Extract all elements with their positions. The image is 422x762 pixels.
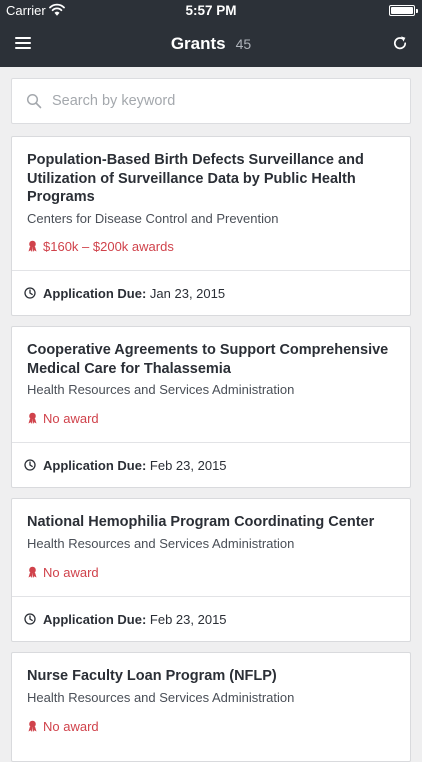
grant-award: No award [27, 564, 99, 581]
award-text: No award [43, 565, 99, 580]
due-label: Application Due: [43, 286, 147, 301]
grant-card[interactable]: Cooperative Agreements to Support Compre… [11, 326, 411, 488]
card-footer: Application Due: Feb 23, 2015 [12, 442, 410, 487]
due-date: Feb 23, 2015 [149, 458, 227, 473]
card-footer: Application Due: Feb 23, 2015 [12, 596, 410, 641]
grant-count: 45 [235, 36, 252, 52]
clock-icon [24, 613, 36, 625]
award-icon [28, 566, 37, 578]
grant-award: No award [27, 410, 99, 427]
grant-title[interactable]: Nurse Faculty Loan Program (NFLP) [27, 667, 395, 686]
card-body: Cooperative Agreements to Support Compre… [12, 327, 410, 398]
grant-award: $160k – $200k awards [27, 238, 174, 255]
due-date: Jan 23, 2015 [149, 286, 226, 301]
status-time: 5:57 PM [185, 3, 237, 18]
award-text: No award [43, 719, 99, 734]
card-body: National Hemophilia Program Coordinating… [12, 499, 410, 552]
search-icon [26, 93, 42, 109]
award-text: $160k – $200k awards [43, 239, 174, 254]
page-title: Grants [170, 34, 226, 53]
grant-award: No award [27, 718, 99, 735]
grant-card[interactable]: Nurse Faculty Loan Program (NFLP) Health… [11, 652, 411, 762]
application-due: Application Due: Feb 23, 2015 [43, 611, 227, 628]
grant-card[interactable]: National Hemophilia Program Coordinating… [11, 498, 411, 642]
due-label: Application Due: [43, 458, 147, 473]
grant-title[interactable]: National Hemophilia Program Coordinating… [27, 513, 395, 532]
refresh-icon[interactable] [392, 35, 408, 51]
search-bar[interactable] [11, 78, 411, 124]
due-label: Application Due: [43, 612, 147, 627]
due-date: Feb 23, 2015 [149, 612, 227, 627]
search-input[interactable] [52, 79, 402, 123]
award-icon [28, 720, 37, 732]
application-due: Application Due: Feb 23, 2015 [43, 457, 227, 474]
card-footer: Application Due: Jan 23, 2015 [12, 270, 410, 315]
award-text: No award [43, 411, 99, 426]
grant-title[interactable]: Population-Based Birth Defects Surveilla… [27, 151, 395, 207]
card-body: Population-Based Birth Defects Surveilla… [12, 137, 410, 227]
grant-title[interactable]: Cooperative Agreements to Support Compre… [27, 341, 395, 378]
grant-agency: Health Resources and Services Administra… [27, 689, 295, 705]
clock-icon [24, 287, 36, 299]
battery-icon [389, 5, 418, 16]
grant-agency: Health Resources and Services Administra… [27, 382, 295, 397]
status-bar: Carrier 5:57 PM [0, 0, 422, 22]
clock-icon [24, 459, 36, 471]
award-icon [28, 412, 37, 424]
navbar: Grants 45 [0, 22, 422, 67]
grant-card[interactable]: Population-Based Birth Defects Surveilla… [11, 136, 411, 316]
application-due: Application Due: Jan 23, 2015 [43, 285, 225, 302]
top-bar: Carrier 5:57 PM Grants 45 [0, 0, 422, 67]
card-body: Nurse Faculty Loan Program (NFLP) Health… [12, 653, 410, 706]
nav-title-group: Grants 45 [0, 34, 422, 54]
award-icon [28, 240, 37, 252]
grant-agency: Centers for Disease Control and Preventi… [27, 210, 279, 226]
grant-agency: Health Resources and Services Administra… [27, 535, 295, 551]
